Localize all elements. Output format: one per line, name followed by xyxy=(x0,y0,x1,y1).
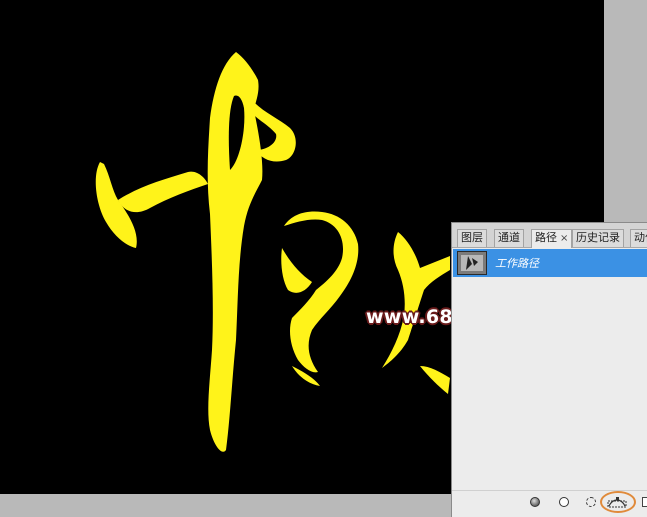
path-thumbnail xyxy=(457,251,487,275)
tab-history[interactable]: 历史记录 xyxy=(572,229,624,247)
stroke-path-icon[interactable] xyxy=(559,497,569,507)
tab-channels-label: 通道 xyxy=(498,231,520,244)
new-path-icon[interactable] xyxy=(642,497,647,507)
panel-footer xyxy=(452,490,647,517)
path-name[interactable]: 工作路径 xyxy=(495,255,539,271)
panel-tab-bar: 图层 通道 路径× 历史记录 动作 xyxy=(452,223,647,248)
make-work-path-icon[interactable] xyxy=(607,496,627,508)
fill-path-icon[interactable] xyxy=(530,497,540,507)
tab-history-label: 历史记录 xyxy=(576,231,620,244)
tab-actions-label: 动作 xyxy=(634,231,647,244)
paths-panel: 图层 通道 路径× 历史记录 动作 工作路径 xyxy=(451,222,647,517)
tab-channels[interactable]: 通道 xyxy=(494,229,524,247)
tab-paths-label: 路径 xyxy=(535,231,557,244)
path-list-item[interactable]: 工作路径 xyxy=(453,249,647,277)
tab-paths[interactable]: 路径 × xyxy=(531,229,573,248)
path-thumbnail-shape xyxy=(466,256,478,270)
close-tab-icon[interactable]: × xyxy=(560,233,568,244)
load-selection-icon[interactable] xyxy=(586,497,596,507)
tab-layers[interactable]: 图层 xyxy=(457,229,487,247)
tab-actions[interactable]: 动作 xyxy=(630,229,647,247)
tab-layers-label: 图层 xyxy=(461,231,483,244)
